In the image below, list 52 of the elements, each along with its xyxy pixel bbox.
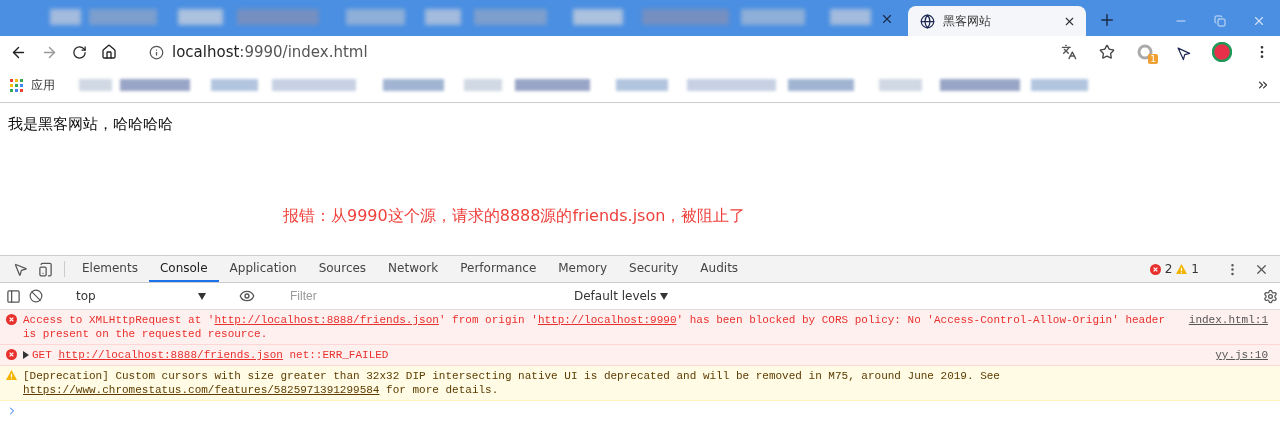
error-count: 2: [1164, 262, 1173, 276]
address-bar[interactable]: localhost:9990/index.html: [172, 43, 368, 61]
devtools-tab[interactable]: Network: [377, 256, 450, 282]
devtools-tab[interactable]: Performance: [449, 256, 548, 282]
dropdown-caret-icon: [660, 292, 669, 300]
context-select[interactable]: top: [72, 289, 210, 303]
devtools-tab[interactable]: Security: [618, 256, 690, 282]
console-message: Access to XMLHttpRequest at 'http://localhost:8888/friends.json' from origin 'http://localhost:9990' has been blocked by CORS policy: No 'Access-Control-Allow-Origin' header is present on the requested resource.: [23, 313, 1166, 341]
devtools-tab[interactable]: Elements: [71, 256, 149, 282]
dropdown-caret-icon: [198, 292, 206, 300]
error-icon: [6, 314, 17, 325]
apps-grid-icon[interactable]: [10, 78, 23, 92]
eye-icon[interactable]: [239, 288, 255, 304]
new-tab-icon[interactable]: [1098, 11, 1116, 29]
inspect-icon[interactable]: [13, 261, 28, 277]
bookmark-star-icon[interactable]: [1099, 44, 1115, 60]
message-link[interactable]: http://localhost:8888/friends.json: [214, 314, 439, 326]
page-heading: 我是黑客网站，哈哈哈哈: [8, 115, 174, 134]
annotation-text: 报错：从9990这个源，请求的8888源的friends.json，被阻止了: [283, 206, 747, 227]
profile-avatar-icon[interactable]: [1212, 42, 1232, 62]
error-icon: [6, 349, 17, 360]
message-link[interactable]: http://localhost:8888/friends.json: [58, 349, 283, 361]
bookmark-item[interactable]: 应用: [31, 76, 55, 94]
levels-dropdown[interactable]: Default levels: [574, 289, 669, 303]
message-link[interactable]: http://localhost:9990: [537, 314, 677, 326]
devtools-tab[interactable]: Memory: [547, 256, 619, 282]
console-message: [Deprecation] Custom cursors with size greater than 32x32 DIP intersecting native UI is deprecated and will be removed in M75, around June 2019. See https://www.chromestatus.com/features/5825971391299584 for more details.: [23, 369, 1001, 397]
reload-icon[interactable]: [72, 44, 87, 60]
more-bookmarks-icon[interactable]: [1256, 78, 1270, 92]
console-message: GET http://localhost:8888/friends.json net::ERR_FAILED: [32, 348, 390, 362]
clear-console-icon[interactable]: [29, 289, 43, 303]
info-icon[interactable]: [149, 44, 164, 60]
warning-count: 1: [1191, 262, 1199, 276]
devtools-tab[interactable]: Audits: [689, 256, 750, 282]
translate-icon[interactable]: [1061, 44, 1077, 60]
source-link[interactable]: index.html:1: [1188, 313, 1268, 327]
settings-icon[interactable]: [1263, 288, 1278, 304]
extension-badge: 1: [1148, 54, 1158, 64]
devtools-tab[interactable]: Application: [218, 256, 308, 282]
sidebar-toggle-icon[interactable]: [6, 288, 21, 304]
browser-tab[interactable]: 黑客网站: [908, 6, 1086, 36]
devtools-tab[interactable]: Sources: [307, 256, 378, 282]
device-toolbar-icon[interactable]: [38, 261, 53, 277]
warning-icon: [1176, 264, 1188, 275]
home-icon[interactable]: [101, 44, 117, 60]
message-link[interactable]: https://www.chromestatus.com/features/5825971391299584: [23, 384, 380, 396]
devtools-tab[interactable]: Console: [148, 256, 219, 282]
expand-caret-icon[interactable]: [23, 351, 29, 359]
error-icon: [1149, 264, 1161, 275]
source-link[interactable]: yy.js:10: [1215, 348, 1268, 362]
globe-icon: [920, 13, 935, 29]
warning-icon: [6, 370, 17, 381]
